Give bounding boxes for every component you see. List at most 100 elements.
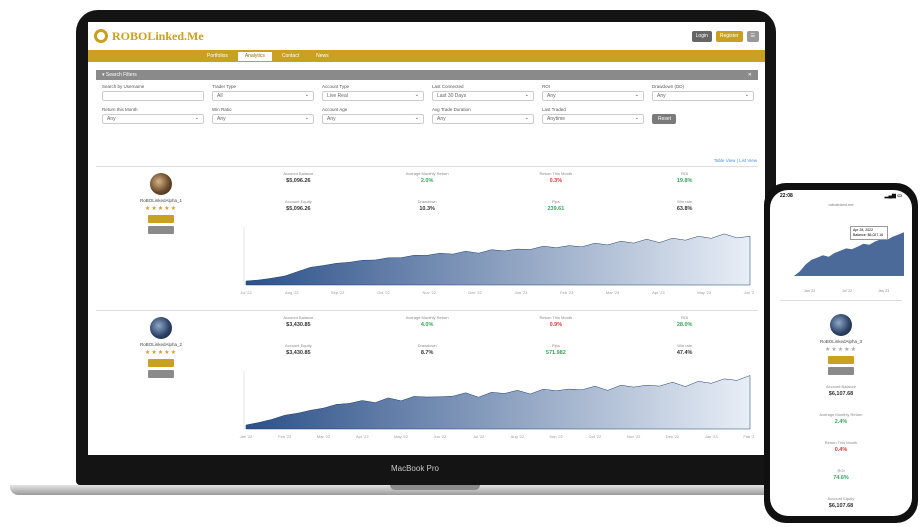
stat-win-rate: Win rate 47.4% — [620, 343, 749, 367]
stat-average-monthly-return: Average Monthly Return 2.4% — [770, 412, 912, 440]
follow-button[interactable] — [828, 356, 854, 364]
username-search-input[interactable] — [102, 91, 204, 101]
stat-value: $6,107.68 — [828, 391, 854, 397]
register-button[interactable]: Register — [715, 30, 743, 42]
stat-account-balance: Account Balance $3,430.85 — [234, 315, 363, 339]
stat-label: Account Equity — [285, 199, 312, 204]
stat-value: $5,096.26 — [286, 178, 311, 184]
x-tick-label: Nov '22 — [627, 434, 641, 439]
filter-last-traded: Last Traded Anytime ⌄ — [542, 107, 644, 124]
stat-label: Average Monthly Return — [819, 412, 863, 417]
filter-return-this-month: Return this Month Any ⌄ — [102, 107, 204, 124]
filter-select[interactable]: Any ⌄ — [322, 114, 424, 124]
stat-value: 0.3% — [549, 178, 563, 184]
filter-select[interactable]: Anytime ⌄ — [542, 114, 644, 124]
filter-roi: ROI Any ⌄ — [542, 84, 644, 101]
nav-portfolios[interactable]: Portfolios — [200, 52, 235, 61]
follow-button[interactable] — [148, 215, 174, 223]
x-tick-label: Mar '22 — [317, 434, 331, 439]
stat-label: Account Equity — [827, 496, 855, 501]
menu-icon[interactable]: ☰ — [746, 30, 759, 42]
x-tick-label: Jul '22 — [473, 434, 485, 439]
stat-label: Account Balance — [283, 171, 314, 176]
filter-last-connected: Last Connected Last 30 Days ⌄ — [432, 84, 534, 101]
phone-url[interactable]: robolinked.me — [770, 202, 912, 210]
filter-select[interactable]: Any ⌄ — [212, 114, 314, 124]
stat-value: $6,107.68 — [828, 503, 854, 509]
logo[interactable]: ROBOLinked.Me — [112, 29, 204, 44]
phone-time: 22:08 — [780, 193, 793, 199]
device-label: MacBook Pro — [390, 464, 440, 473]
filter-label: Account Age — [322, 107, 348, 112]
trader-username[interactable]: RoBOLinkedAlpha_3 — [770, 339, 912, 344]
filter-select[interactable]: Any ⌄ — [432, 114, 534, 124]
avatar[interactable] — [150, 317, 172, 339]
stat-label: Account Balance — [283, 315, 314, 320]
details-button[interactable] — [828, 367, 854, 375]
search-filters-panel[interactable]: ▾ Search Filters ✕ — [96, 70, 758, 80]
stat-value: 19.8% — [676, 178, 693, 184]
nav-contact[interactable]: Contact — [275, 52, 306, 61]
details-button[interactable] — [148, 226, 174, 234]
filter-select[interactable]: Last 30 Days ⌄ — [432, 91, 534, 101]
chevron-down-icon: ⌄ — [194, 115, 199, 121]
stat-value: 2.4% — [834, 419, 848, 425]
filter-select[interactable]: All ⌄ — [212, 91, 314, 101]
chevron-down-icon: ⌄ — [634, 92, 639, 98]
balance-chart-svg: Jan '22 Feb '22 Mar '22 Apr '22 May '22 Jun '… — [240, 371, 757, 439]
trader-username[interactable]: RoBOLinkedAlpha_2 — [126, 342, 196, 347]
stat-value: 4.0% — [420, 322, 434, 328]
x-tick-label: Aug '22 — [285, 290, 299, 295]
logo-icon — [94, 29, 108, 43]
stat-label: ROI — [681, 171, 689, 176]
filter-label: Avg Trade Duration — [432, 107, 471, 112]
view-toggle-links[interactable]: Table View | List View — [714, 158, 757, 163]
phone-status-bar: 22:08 ▂▄▆ ▭ — [770, 190, 912, 202]
filter-trader-type: Trader Type All ⌄ — [212, 84, 314, 101]
stat-roi: ROI 19.8% — [620, 171, 749, 195]
stat-label: Drawdown — [417, 199, 437, 204]
stat-label: Average Monthly Return — [405, 315, 449, 320]
follow-button[interactable] — [148, 359, 174, 367]
chevron-down-icon: ⌄ — [634, 115, 639, 121]
filter-search-by-username: Search by Username — [102, 84, 204, 101]
x-tick-label: Jun '23 — [744, 290, 754, 295]
x-tick-label: Jun '22 — [433, 434, 447, 439]
nav-news[interactable]: News — [309, 52, 336, 61]
stat-account-balance: Account Balance $5,096.26 — [234, 171, 363, 195]
filter-select[interactable]: Any ⌄ — [102, 114, 204, 124]
x-tick-label: Feb '22 — [278, 434, 292, 439]
rating-stars: ★★★★★ — [825, 347, 857, 353]
chevron-down-icon: ⌄ — [414, 92, 419, 98]
nav-analytics[interactable]: Analytics — [237, 51, 272, 61]
login-button[interactable]: Login — [691, 30, 712, 42]
filter-label: Last Traded — [542, 107, 566, 112]
filter-select[interactable]: Any ⌄ — [542, 91, 644, 101]
stat-roi: ROI 28.0% — [620, 315, 749, 339]
avatar[interactable] — [830, 314, 852, 336]
stat-label: ROI — [837, 468, 845, 473]
signal-icon: ▂▄▆ ▭ — [884, 193, 902, 199]
rating-stars: ★★★★★ — [145, 350, 177, 356]
stat-value: 47.4% — [676, 350, 693, 356]
stat-return-this-month: Return This Month 0.9% — [492, 315, 621, 339]
details-button[interactable] — [148, 370, 174, 378]
filter-label: Return this Month — [102, 107, 138, 112]
filter-select[interactable]: Any ⌄ — [652, 91, 754, 101]
avatar[interactable] — [150, 173, 172, 195]
chevron-down-icon: ⌄ — [304, 92, 309, 98]
filter-select[interactable]: Live Real ⌄ — [322, 91, 424, 101]
stat-return-this-month: Return This Month 0.3% — [492, 171, 621, 195]
x-tick-label: Jan '22 — [240, 434, 254, 439]
reset-button[interactable]: Reset — [652, 114, 676, 124]
trader-username[interactable]: RoBOLinkedAlpha_1 — [126, 198, 196, 203]
stat-account-equity: Account Equity $6,107.68 — [770, 496, 912, 516]
close-icon[interactable]: ✕ — [748, 72, 752, 78]
filter-value: All — [217, 93, 223, 99]
stat-value: 28.0% — [676, 322, 693, 328]
stat-label: Win rate — [677, 199, 693, 204]
stat-label: Account Equity — [285, 343, 312, 348]
filter-value: Any — [327, 116, 336, 122]
filter-label: Account Type — [322, 84, 350, 89]
stat-label: Drawdown — [417, 343, 437, 348]
